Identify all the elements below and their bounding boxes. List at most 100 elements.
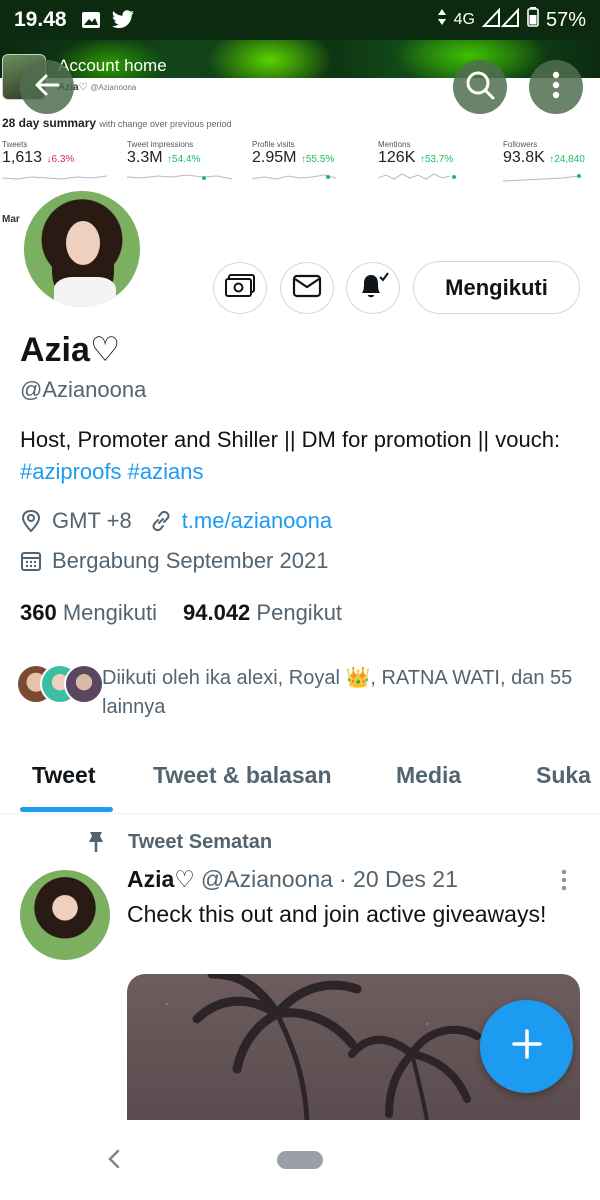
followers-label: Pengikut (256, 600, 343, 625)
network-type: 4G (453, 11, 475, 28)
bio-hashtag-aziproofs[interactable]: #aziproofs (20, 459, 122, 484)
system-back-button[interactable] (106, 1148, 122, 1175)
metric-sparkline (252, 174, 337, 180)
metric-change: ↑24,840 (549, 154, 585, 165)
followers-count-link[interactable]: 94.042 Pengikut (183, 600, 342, 626)
signal-icon (481, 7, 520, 33)
tweet-date: · 20 Des 21 (338, 866, 458, 892)
metric-label: Mentions (378, 140, 411, 149)
tweet-author-handle: @Azianoona (200, 866, 333, 892)
compose-tweet-button[interactable] (480, 1000, 573, 1093)
banner-metric-tweets: Tweets 1,613 ↓6.3% (2, 140, 122, 183)
mail-icon (292, 274, 322, 303)
banner-summary-title: 28 day summary with change over previous… (2, 116, 231, 130)
metric-change: ↓6.3% (46, 154, 75, 165)
profile-joined-date: Bergabung September 2021 (52, 548, 329, 573)
tab-tweet[interactable]: Tweet (32, 762, 95, 789)
banner-metric-followers: Followers 93.8K ↑24,840 (503, 140, 600, 183)
tab-likes[interactable]: Suka (536, 762, 591, 789)
bell-icon (356, 271, 390, 306)
active-tab-indicator (20, 807, 113, 812)
bio-hashtag-azians[interactable]: #azians (128, 459, 204, 484)
metric-label: Tweet impressions (127, 140, 194, 149)
tab-media[interactable]: Media (396, 762, 461, 789)
bio-text: Host, Promoter and Shiller || DM for pro… (20, 427, 561, 452)
profile-bio: Host, Promoter and Shiller || DM for pro… (20, 424, 580, 488)
metric-value: 126K (378, 149, 416, 166)
metric-value: 1,613 (2, 149, 43, 166)
profile-meta-row: GMT +8 t.me/azianoona (20, 508, 332, 534)
mutual-avatar (64, 664, 104, 704)
pinned-label: Tweet Sematan (128, 830, 273, 853)
banner-account-handle: @Azianoona (90, 83, 137, 92)
metric-label: Tweets (2, 140, 28, 149)
tweet-author-avatar[interactable] (20, 870, 110, 960)
pinned-label-row: Tweet Sematan (86, 830, 272, 854)
metric-value: 3.3M (127, 149, 163, 166)
following-count-link[interactable]: 360 Mengikuti (20, 600, 157, 626)
profile-avatar[interactable] (20, 187, 144, 311)
followers-count: 94.042 (183, 600, 251, 625)
money-icon (224, 273, 256, 304)
image-notification-icon (81, 11, 101, 29)
following-count: 360 (20, 600, 57, 625)
following-button[interactable]: Mengikuti (413, 261, 580, 314)
more-button[interactable] (529, 60, 583, 114)
pin-icon (86, 830, 106, 854)
metric-change: ↑55.5% (300, 154, 335, 165)
following-label: Mengikuti (62, 600, 157, 625)
avatar-shirt (54, 277, 116, 307)
metric-sparkline (378, 173, 456, 180)
follow-counts: 360 Mengikuti 94.042 Pengikut (20, 600, 342, 626)
banner-account-home: Account home (58, 56, 167, 75)
metric-sparkline (127, 174, 233, 180)
system-home-pill[interactable] (277, 1151, 323, 1169)
profile-handle: @Azianoona (20, 377, 147, 402)
profile-display-name: Azia♡ (20, 331, 121, 369)
profile-link[interactable]: t.me/azianoona (182, 508, 332, 534)
metric-value: 2.95M (252, 149, 297, 166)
calendar-icon (20, 550, 42, 572)
profile-tabs: Tweet Tweet & balasan Media Suka (0, 748, 600, 814)
search-icon (464, 69, 496, 106)
more-vertical-icon (560, 869, 568, 896)
profile-joined-row: Bergabung September 2021 (20, 548, 328, 574)
banner-summary-subtitle: with change over previous period (99, 119, 232, 129)
status-bar: 19.48 4G 57% (0, 0, 600, 40)
banner-metric-mentions: Mentions 126K ↑53.7% (378, 140, 498, 183)
tweet-text: Check this out and join active giveaways… (127, 901, 547, 927)
more-vertical-icon (552, 71, 560, 104)
metric-label: Profile visits (252, 140, 295, 149)
location-icon (20, 509, 42, 533)
tweet-more-button[interactable] (560, 868, 568, 897)
metric-label: Followers (503, 140, 538, 149)
tip-button[interactable] (213, 262, 267, 314)
tweet-header: Azia♡ @Azianoona · 20 Des 21 (127, 866, 458, 893)
followed-by-text[interactable]: Diikuti oleh ika alexi, Royal 👑, RATNA W… (102, 664, 592, 722)
banner-summary-title-text: 28 day summary (2, 116, 97, 130)
back-arrow-icon (32, 70, 62, 105)
search-button[interactable] (453, 60, 507, 114)
twitter-notification-icon (111, 10, 135, 30)
link-icon (150, 510, 172, 532)
metric-change: ↑54.4% (167, 154, 201, 165)
tab-tweet-replies[interactable]: Tweet & balasan (153, 762, 332, 789)
banner-month-label: Mar (2, 214, 20, 225)
system-navigation-bar (0, 1120, 600, 1200)
status-time: 19.48 (14, 8, 67, 31)
message-button[interactable] (280, 262, 334, 314)
battery-icon (527, 7, 539, 33)
metric-value: 93.8K (503, 149, 545, 166)
profile-location: GMT +8 (52, 508, 132, 533)
metric-sparkline (2, 175, 108, 180)
mutual-followers-avatars[interactable] (16, 664, 104, 704)
notifications-button[interactable] (346, 262, 400, 314)
battery-percent: 57% (545, 8, 586, 31)
banner-metric-profile-visits: Profile visits 2.95M ↑55.5% (252, 140, 372, 183)
banner-metric-impressions: Tweet impressions 3.3M ↑54.4% (127, 140, 247, 183)
back-button[interactable] (20, 60, 74, 114)
plus-icon (510, 1027, 544, 1066)
tweet-author-name[interactable]: Azia♡ (127, 866, 195, 893)
metric-sparkline (503, 174, 581, 182)
data-arrows-icon (437, 8, 447, 32)
